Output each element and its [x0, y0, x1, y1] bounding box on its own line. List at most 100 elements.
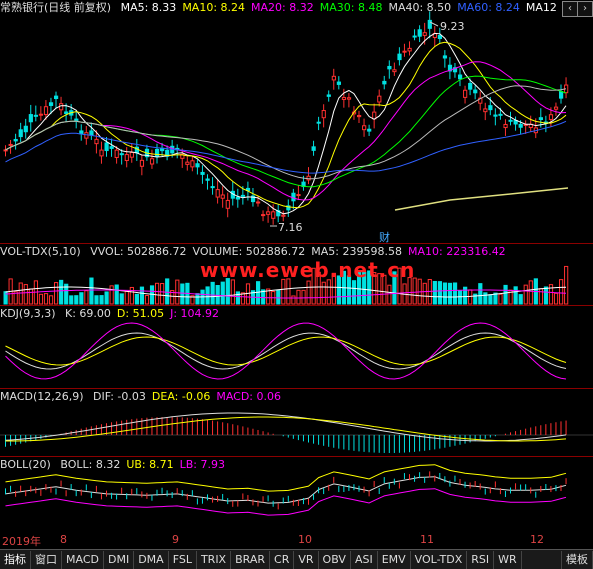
volume-bar	[306, 280, 311, 305]
volume-bar	[74, 295, 79, 305]
tab--[interactable]: 指标	[0, 550, 31, 569]
tab-cr[interactable]: CR	[270, 550, 295, 569]
candle-body	[200, 171, 205, 175]
candle-body	[508, 119, 513, 122]
candle-body	[316, 121, 321, 124]
volume-bar	[84, 290, 89, 305]
candle-body	[79, 130, 84, 135]
tab-emv[interactable]: EMV	[378, 550, 411, 569]
tab--[interactable]: 窗口	[31, 550, 62, 569]
candle-body	[377, 95, 382, 103]
volume-bar	[478, 283, 483, 305]
tab--[interactable]: 模板	[561, 550, 593, 569]
volume-bar	[89, 277, 94, 305]
candle-body	[367, 128, 372, 132]
volume-bar	[387, 284, 392, 305]
candle-body	[225, 199, 230, 209]
macd-panel[interactable]: MACD(12,26,9) DIF: -0.03 DEA: -0.06 MACD: …	[0, 389, 593, 456]
candle-body	[311, 146, 316, 151]
ma10-line	[5, 41, 567, 209]
volume-bar	[564, 265, 569, 305]
volume-bar	[54, 282, 59, 305]
volume-bar	[493, 292, 498, 305]
candle-body	[8, 143, 13, 146]
x-axis: 2019年 8 9 10 11 12	[0, 533, 593, 548]
candle-body	[382, 80, 387, 85]
candle-body	[114, 149, 119, 158]
volume-bar	[160, 283, 165, 305]
watermark: www.eweb.net.cn	[200, 258, 416, 282]
candle-body	[548, 114, 554, 120]
boll-lower-line	[5, 488, 567, 516]
volume-bar	[124, 290, 129, 305]
candle-body	[195, 163, 200, 168]
candle-body	[210, 186, 215, 189]
tab-fsl[interactable]: FSL	[169, 550, 197, 569]
candle-body	[483, 108, 488, 113]
tab-vol-tdx[interactable]: VOL-TDX	[411, 550, 468, 569]
tab-macd[interactable]: MACD	[62, 550, 104, 569]
main-chart-panel[interactable]: 常熟银行(日线 前复权) MA5: 8.33 MA10: 8.24 MA20: 8.…	[0, 0, 593, 244]
candle-body	[326, 94, 331, 97]
volume-bar	[104, 291, 109, 305]
candle-body	[185, 161, 190, 165]
volume-bar	[225, 278, 230, 305]
volume-bar	[553, 292, 559, 305]
candle-body	[89, 130, 94, 136]
volume-bar	[458, 290, 463, 305]
tab-wr[interactable]: WR	[494, 550, 522, 569]
tab-vr[interactable]: VR	[294, 550, 319, 569]
tab-rsi[interactable]: RSI	[467, 550, 495, 569]
candle-body	[488, 105, 493, 111]
candle-body	[129, 152, 134, 158]
volume-bar	[23, 284, 28, 305]
volume-bar	[215, 285, 220, 305]
x-axis-label-3: 10	[298, 533, 312, 546]
low-price-label: 7.16	[278, 221, 303, 234]
candle-body	[220, 194, 225, 199]
tab-asi[interactable]: ASI	[351, 550, 378, 569]
volume-bar	[235, 291, 241, 305]
candle-body	[13, 138, 18, 142]
volume-bar	[210, 281, 215, 305]
candle-body	[372, 111, 377, 120]
tab-dma[interactable]: DMA	[134, 550, 169, 569]
tab-trix[interactable]: TRIX	[197, 550, 232, 569]
candle-body	[503, 123, 508, 129]
candle-body	[281, 214, 286, 217]
volume-bar	[94, 295, 99, 305]
boll-panel[interactable]: BOLL(20) BOLL: 8.32 UB: 8.71 LB: 7.93	[0, 457, 593, 533]
volume-bar	[437, 281, 442, 305]
candle-body	[412, 35, 417, 38]
volume-bar	[38, 293, 44, 305]
volume-bar	[165, 278, 170, 305]
volume-bar	[321, 281, 326, 305]
candle-body	[341, 97, 347, 100]
x-axis-label-5: 12	[530, 533, 544, 546]
candle-body	[553, 106, 559, 110]
volume-bar	[43, 293, 49, 305]
tab-obv[interactable]: OBV	[319, 550, 351, 569]
ma120-line	[394, 187, 569, 211]
volume-bar	[498, 293, 503, 305]
tab-dmi[interactable]: DMI	[104, 550, 135, 569]
candle-body	[84, 132, 89, 139]
volume-bar	[129, 286, 134, 305]
volume-bar	[276, 289, 281, 305]
candle-body	[205, 178, 210, 181]
candle-body	[518, 123, 523, 128]
volume-bar	[79, 292, 84, 305]
kdj-panel[interactable]: KDJ(9,3,3) K: 69.00 D: 51.05 J: 104.92	[0, 306, 593, 388]
candle-body	[498, 113, 503, 116]
candle-body	[43, 106, 49, 115]
candle-body	[271, 211, 276, 219]
candle-body	[458, 74, 463, 80]
candle-body	[38, 113, 44, 116]
candle-body	[190, 160, 195, 168]
candle-body	[48, 102, 54, 106]
candle-body	[215, 189, 220, 198]
candle-body	[74, 118, 79, 121]
tab-brar[interactable]: BRAR	[231, 550, 271, 569]
candle-body	[54, 95, 59, 100]
candle-body	[104, 142, 109, 152]
